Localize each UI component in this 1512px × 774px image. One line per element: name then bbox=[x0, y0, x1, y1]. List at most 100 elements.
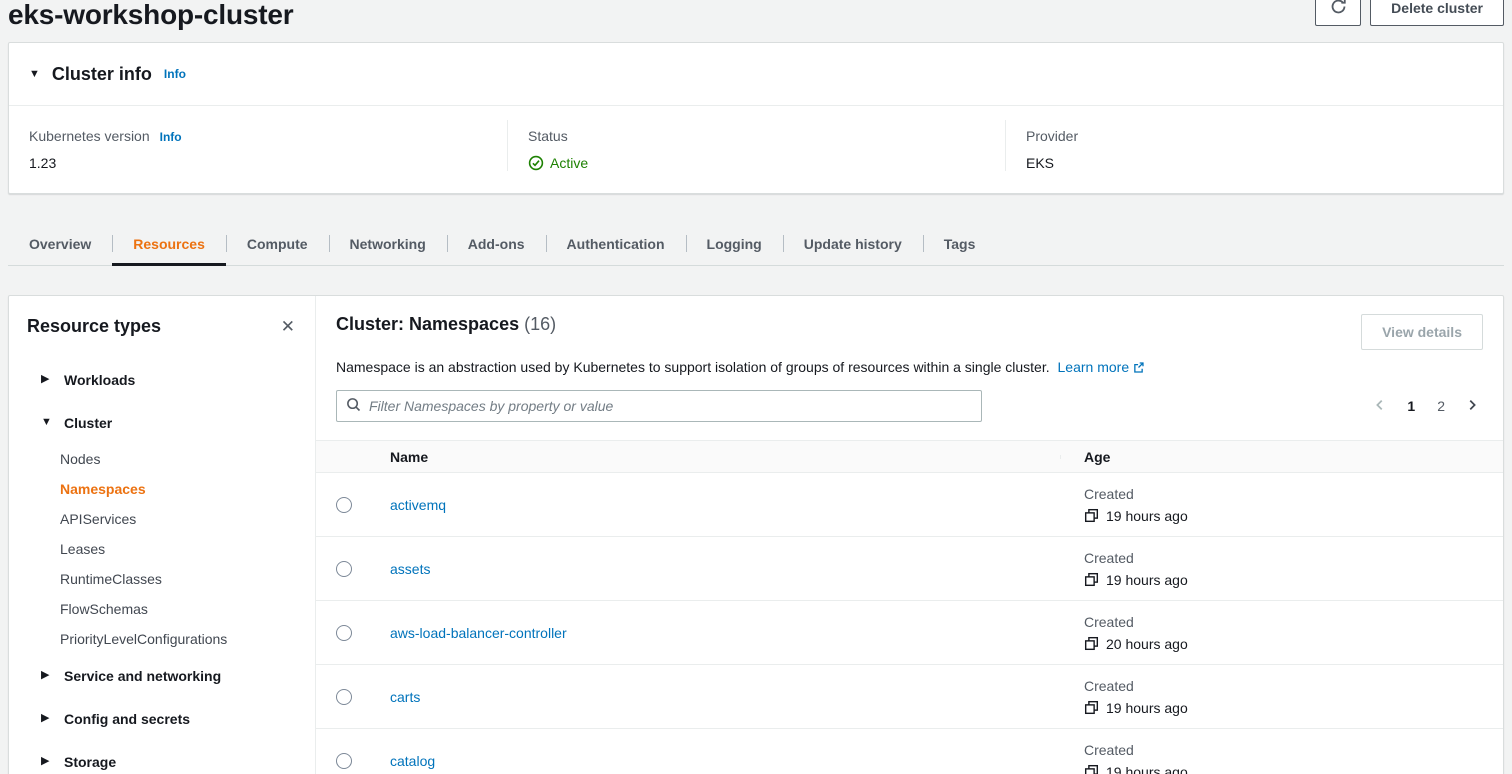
kubernetes-version-info-link[interactable]: Info bbox=[160, 130, 182, 144]
status-field: Status Active bbox=[507, 120, 1005, 171]
created-label: Created bbox=[1084, 486, 1503, 502]
tab-authentication[interactable]: Authentication bbox=[546, 224, 686, 265]
namespaces-main: Cluster: Namespaces (16) View details Na… bbox=[316, 296, 1503, 774]
tree-item-prioritylevelconfigurations[interactable]: PriorityLevelConfigurations bbox=[27, 624, 299, 654]
chevron-left-icon bbox=[1373, 398, 1387, 415]
namespace-link[interactable]: assets bbox=[390, 561, 430, 577]
tab-tags[interactable]: Tags bbox=[923, 224, 997, 265]
namespaces-table: Name Age activemq Created 19 hours ago bbox=[316, 440, 1503, 774]
cluster-info-card: ▼ Cluster info Info Kubernetes version I… bbox=[8, 42, 1504, 194]
tree-item-apiservices[interactable]: APIServices bbox=[27, 504, 299, 534]
copy-icon[interactable] bbox=[1084, 636, 1099, 651]
tab-compute[interactable]: Compute bbox=[226, 224, 329, 265]
external-link-icon bbox=[1132, 361, 1145, 377]
tree-group-label: Workloads bbox=[64, 372, 135, 388]
tab-add-ons[interactable]: Add-ons bbox=[447, 224, 546, 265]
created-label: Created bbox=[1084, 678, 1503, 694]
namespace-link[interactable]: carts bbox=[390, 689, 420, 705]
delete-cluster-button[interactable]: Delete cluster bbox=[1370, 0, 1504, 26]
namespace-link[interactable]: aws-load-balancer-controller bbox=[390, 625, 567, 641]
tab-logging[interactable]: Logging bbox=[686, 224, 783, 265]
tree-group-label: Service and networking bbox=[64, 668, 221, 684]
copy-icon[interactable] bbox=[1084, 700, 1099, 715]
filter-box bbox=[336, 390, 982, 422]
learn-more-text: Learn more bbox=[1058, 359, 1130, 375]
namespace-link[interactable]: activemq bbox=[390, 497, 446, 513]
tree-group-label: Storage bbox=[64, 754, 116, 770]
tree-item-flowschemas[interactable]: FlowSchemas bbox=[27, 594, 299, 624]
refresh-button[interactable] bbox=[1315, 0, 1361, 26]
tab-update-history[interactable]: Update history bbox=[783, 224, 923, 265]
tree-group-storage[interactable]: ▶ Storage bbox=[27, 740, 299, 774]
table-row: carts Created 19 hours ago bbox=[316, 665, 1503, 729]
page-number-1[interactable]: 1 bbox=[1401, 396, 1421, 416]
tab-networking[interactable]: Networking bbox=[329, 224, 447, 265]
age-column-header[interactable]: Age bbox=[1060, 449, 1503, 465]
name-column-header[interactable]: Name bbox=[371, 449, 1060, 465]
copy-icon[interactable] bbox=[1084, 764, 1099, 774]
namespaces-count: (16) bbox=[524, 314, 556, 334]
table-row: aws-load-balancer-controller Created 20 … bbox=[316, 601, 1503, 665]
created-label: Created bbox=[1084, 550, 1503, 566]
table-row: catalog Created 19 hours ago bbox=[316, 729, 1503, 774]
age-value: 19 hours ago bbox=[1106, 764, 1188, 774]
tab-overview[interactable]: Overview bbox=[8, 224, 112, 265]
description-text: Namespace is an abstraction used by Kube… bbox=[336, 359, 1050, 375]
kubernetes-version-value: 1.23 bbox=[29, 155, 487, 171]
cluster-tabs: Overview Resources Compute Networking Ad… bbox=[8, 224, 1504, 266]
row-radio[interactable] bbox=[336, 689, 352, 705]
refresh-icon bbox=[1330, 0, 1347, 18]
view-details-button[interactable]: View details bbox=[1361, 314, 1483, 350]
row-radio[interactable] bbox=[336, 497, 352, 513]
tree-item-namespaces[interactable]: Namespaces bbox=[27, 474, 299, 504]
tree-group-config-and-secrets[interactable]: ▶ Config and secrets bbox=[27, 697, 299, 740]
previous-page-button[interactable] bbox=[1369, 396, 1391, 417]
tree-item-nodes[interactable]: Nodes bbox=[27, 444, 299, 474]
status-badge: Active bbox=[528, 155, 985, 171]
provider-value: EKS bbox=[1026, 155, 1483, 171]
next-page-button[interactable] bbox=[1461, 396, 1483, 417]
table-toolbar: 1 2 bbox=[316, 390, 1503, 422]
tab-resources[interactable]: Resources bbox=[112, 224, 226, 265]
resource-types-tree: ▶ Workloads ▼ Cluster Nodes Namespaces A… bbox=[27, 358, 299, 774]
provider-field: Provider EKS bbox=[1005, 120, 1503, 171]
created-label: Created bbox=[1084, 742, 1503, 758]
header-actions: Delete cluster bbox=[1315, 0, 1504, 26]
caret-right-icon: ▶ bbox=[41, 374, 51, 385]
resource-types-title: Resource types bbox=[27, 316, 161, 337]
close-icon: ✕ bbox=[281, 317, 295, 336]
tree-group-service-and-networking[interactable]: ▶ Service and networking bbox=[27, 654, 299, 697]
search-icon bbox=[346, 397, 361, 415]
close-panel-button[interactable]: ✕ bbox=[277, 316, 299, 337]
age-value: 19 hours ago bbox=[1106, 572, 1188, 588]
row-radio[interactable] bbox=[336, 625, 352, 641]
cluster-info-info-link[interactable]: Info bbox=[164, 67, 186, 81]
copy-icon[interactable] bbox=[1084, 572, 1099, 587]
namespace-link[interactable]: catalog bbox=[390, 753, 435, 769]
pagination: 1 2 bbox=[1369, 396, 1483, 417]
resource-types-header: Resource types ✕ bbox=[27, 312, 299, 337]
cluster-info-body: Kubernetes version Info 1.23 Status Acti… bbox=[9, 106, 1503, 193]
table-row: activemq Created 19 hours ago bbox=[316, 473, 1503, 537]
page: eks-workshop-cluster Delete cluster ▼ Cl… bbox=[0, 0, 1512, 774]
row-radio[interactable] bbox=[336, 753, 352, 769]
filter-input[interactable] bbox=[369, 398, 972, 414]
caret-down-icon[interactable]: ▼ bbox=[29, 69, 40, 80]
chevron-right-icon bbox=[1465, 398, 1479, 415]
tree-group-workloads[interactable]: ▶ Workloads bbox=[27, 358, 299, 401]
kubernetes-version-field: Kubernetes version Info 1.23 bbox=[9, 120, 507, 171]
page-number-2[interactable]: 2 bbox=[1431, 396, 1451, 416]
namespaces-title-text: Cluster: Namespaces bbox=[336, 314, 519, 334]
copy-icon[interactable] bbox=[1084, 508, 1099, 523]
tree-group-cluster[interactable]: ▼ Cluster bbox=[27, 401, 299, 444]
tree-item-leases[interactable]: Leases bbox=[27, 534, 299, 564]
learn-more-link[interactable]: Learn more bbox=[1058, 359, 1146, 375]
caret-right-icon: ▶ bbox=[41, 670, 51, 681]
tree-group-label: Cluster bbox=[64, 415, 112, 431]
cluster-info-header[interactable]: ▼ Cluster info Info bbox=[9, 43, 1503, 105]
age-value: 20 hours ago bbox=[1106, 636, 1188, 652]
kubernetes-version-label: Kubernetes version bbox=[29, 128, 150, 144]
row-radio[interactable] bbox=[336, 561, 352, 577]
namespaces-description: Namespace is an abstraction used by Kube… bbox=[316, 359, 1503, 377]
tree-item-runtimeclasses[interactable]: RuntimeClasses bbox=[27, 564, 299, 594]
